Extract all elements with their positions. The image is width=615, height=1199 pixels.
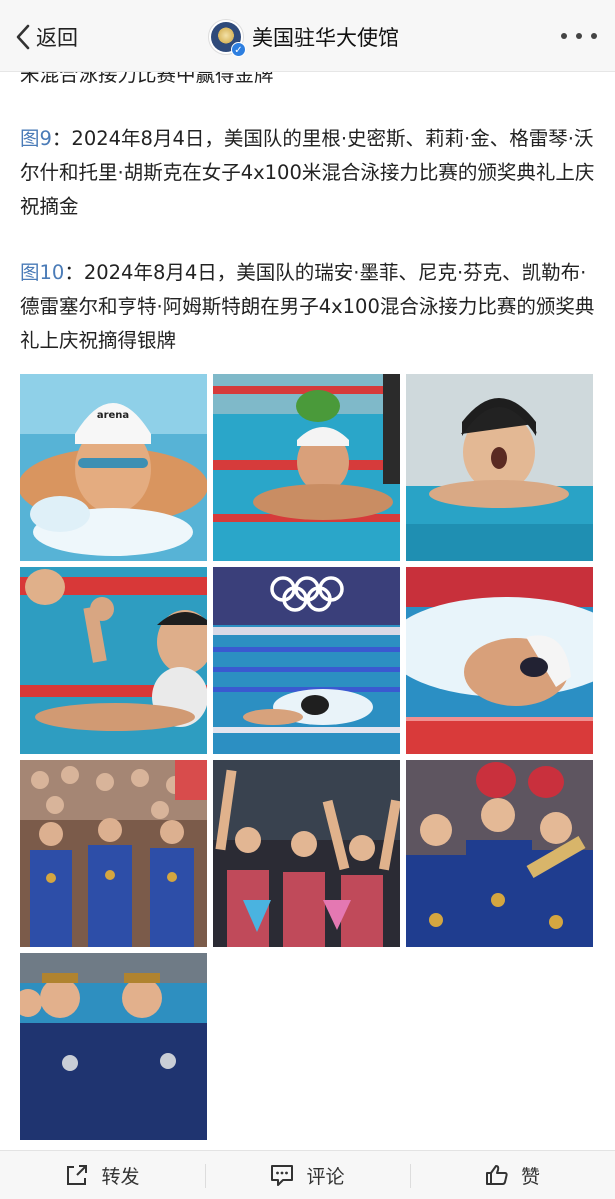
share-label: 转发 <box>101 1165 140 1188</box>
like-label: 赞 <box>520 1165 540 1188</box>
avatar[interactable]: ✓ <box>208 19 246 57</box>
figure-10-link[interactable]: 图10 <box>20 261 64 284</box>
more-dots-icon <box>591 33 597 39</box>
post-content: 米混合泳接力比赛中赢得金牌 图9：2024年8月4日，美国队的里根·史密斯、莉莉… <box>0 72 615 1150</box>
back-label: 返回 <box>36 26 78 50</box>
comment-button[interactable]: 评论 <box>205 1151 410 1199</box>
comment-label: 评论 <box>306 1165 345 1188</box>
caption-continued: 米混合泳接力比赛中赢得金牌 <box>20 72 274 86</box>
cap-logo-text: arena <box>97 410 129 421</box>
caption-text: ：2024年8月4日，美国队的瑞安·墨菲、尼克·芬克、凯勒布·德雷塞尔和亨特·阿… <box>20 261 595 352</box>
photo-olympic-pool-race[interactable] <box>213 567 400 754</box>
caption-figure-10: 图10：2024年8月4日，美国队的瑞安·墨菲、尼克·芬克、凯勒布·德雷塞尔和亨… <box>20 256 600 358</box>
photo-men-silver-medalists[interactable] <box>20 953 207 1140</box>
share-button[interactable]: 转发 <box>0 1151 205 1199</box>
account-name: 美国驻华大使馆 <box>252 26 399 50</box>
photo-swimmers-cheering-lane[interactable] <box>20 567 207 754</box>
photo-swimmer-breaststroke[interactable]: arena <box>20 374 207 561</box>
photo-swimmer-freestyle-splash[interactable] <box>406 567 593 754</box>
figure-9-link[interactable]: 图9 <box>20 127 52 150</box>
caption-text: ：2024年8月4日，美国队的里根·史密斯、莉莉·金、格雷琴·沃尔什和托里·胡斯… <box>20 127 595 218</box>
more-dots-icon <box>576 33 582 39</box>
chevron-left-icon <box>16 24 30 50</box>
photo-swimmer-celebrating-lane[interactable] <box>213 374 400 561</box>
photo-team-medals-crowd[interactable] <box>20 760 207 947</box>
like-button[interactable]: 赞 <box>410 1151 615 1199</box>
comment-icon <box>271 1165 294 1186</box>
top-bar: 返回 ✓ 美国驻华大使馆 <box>0 0 615 72</box>
more-button[interactable] <box>561 28 597 44</box>
share-icon <box>67 1165 88 1185</box>
caption-figure-9: 图9：2024年8月4日，美国队的里根·史密斯、莉莉·金、格雷琴·沃尔什和托里·… <box>20 122 600 224</box>
account-header[interactable]: ✓ 美国驻华大使馆 <box>208 18 399 57</box>
back-button[interactable]: 返回 <box>14 22 78 52</box>
action-bar: 转发 评论 赞 <box>0 1150 615 1199</box>
photo-women-team-arms-raised[interactable] <box>213 760 400 947</box>
more-dots-icon <box>561 33 567 39</box>
verified-badge: ✓ <box>231 42 246 57</box>
photo-swimmer-surprised[interactable] <box>406 374 593 561</box>
thumbs-up-icon <box>485 1165 508 1185</box>
photo-women-medalists-mascots[interactable] <box>406 760 593 947</box>
